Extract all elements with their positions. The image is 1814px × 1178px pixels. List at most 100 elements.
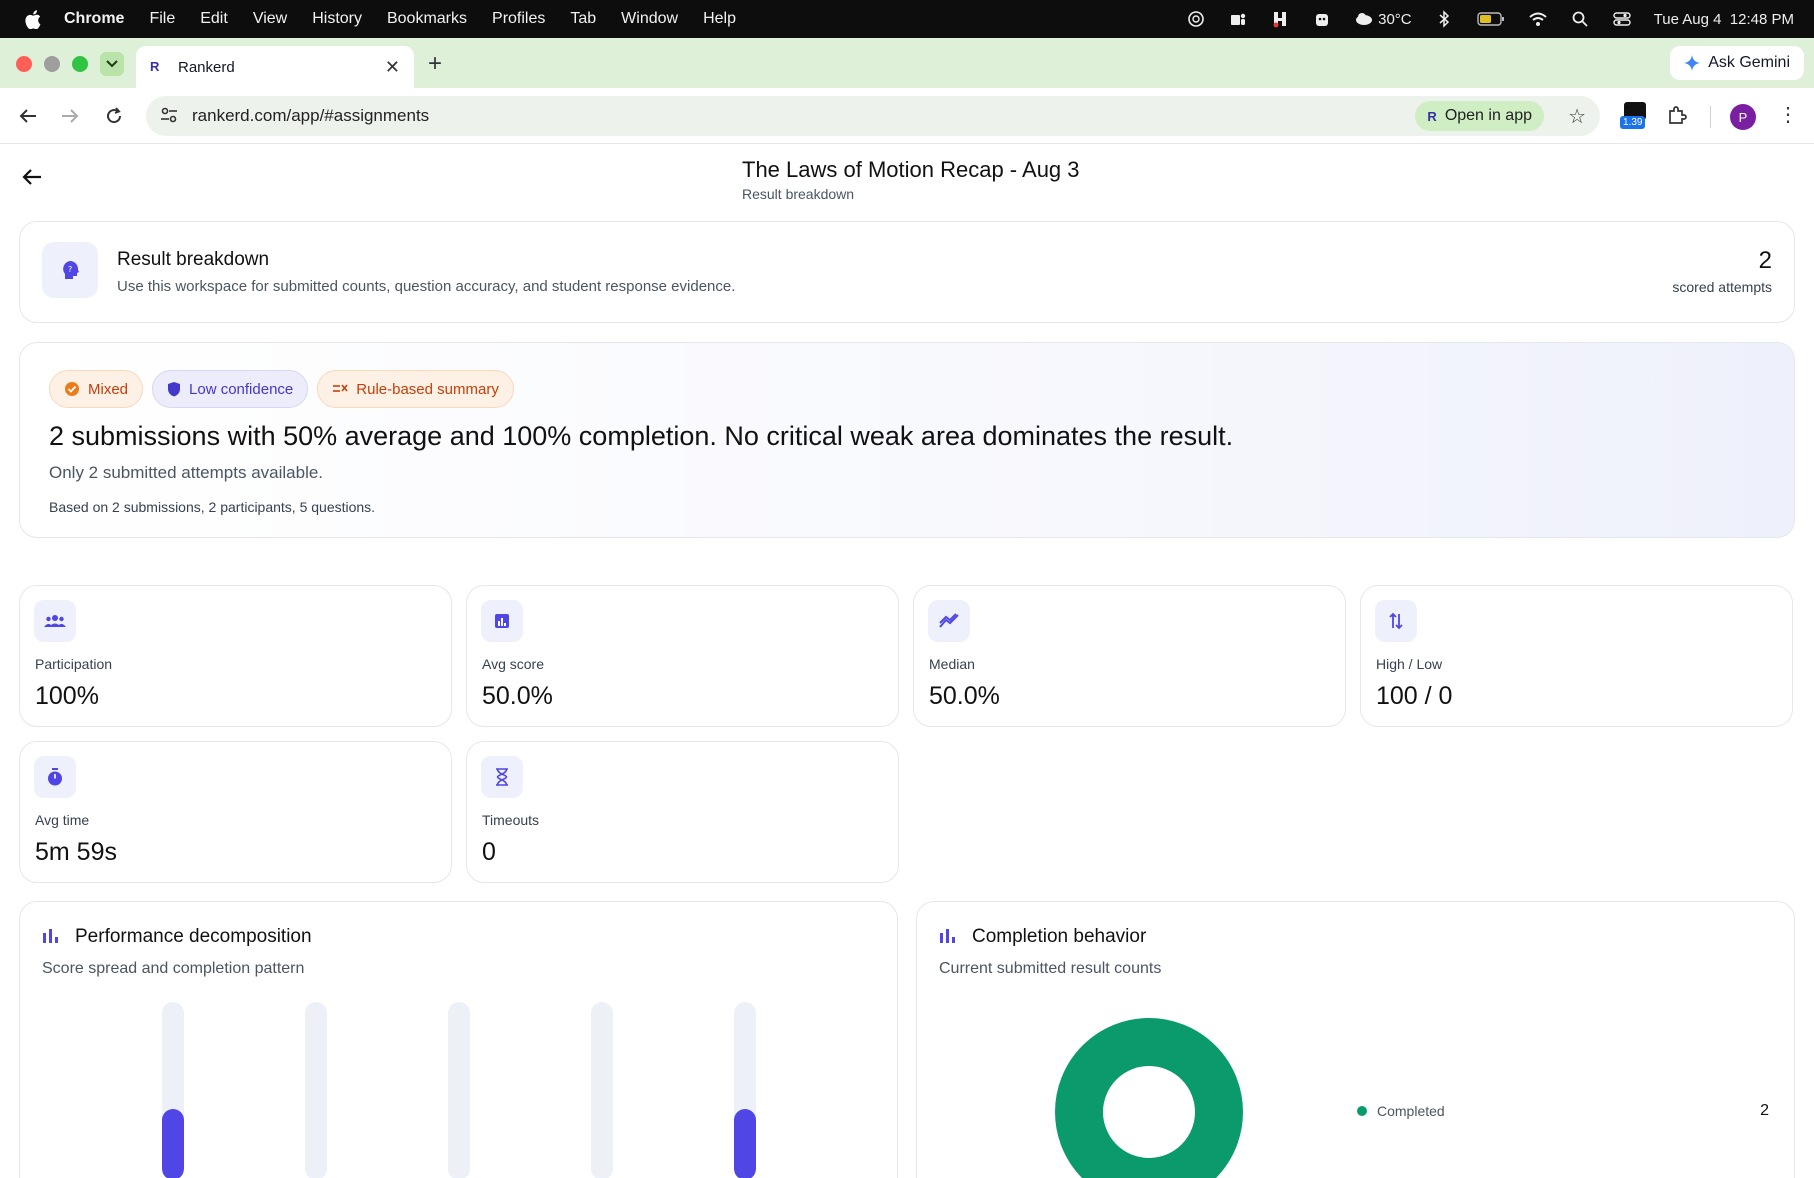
performance-bar-track — [448, 1002, 470, 1178]
scored-attempts-label: scored attempts — [1672, 279, 1772, 295]
control-center-icon[interactable] — [1612, 9, 1632, 29]
robot-icon[interactable] — [1312, 9, 1332, 29]
legend-completed-label: Completed — [1377, 1103, 1445, 1119]
wifi-icon[interactable] — [1528, 9, 1548, 29]
extension-icon[interactable]: 1.39 — [1620, 102, 1650, 132]
summary-note: Only 2 submitted attempts available. — [49, 463, 324, 482]
forward-button[interactable] — [56, 102, 84, 130]
result-breakdown-card: ? Result breakdown Use this workspace fo… — [19, 221, 1795, 323]
spotlight-search-icon[interactable] — [1570, 9, 1590, 29]
stat-value: 0 — [482, 838, 496, 866]
battery-icon[interactable] — [1476, 9, 1506, 29]
tab-title: Rankerd — [178, 58, 235, 76]
badge-rule-based: Rule-based summary — [317, 370, 514, 408]
bookmark-star-icon[interactable]: ☆ — [1568, 104, 1586, 129]
stat-label: Participation — [35, 656, 113, 672]
bluetooth-icon[interactable] — [1434, 9, 1454, 29]
stat-value: 100% — [35, 682, 99, 710]
completion-donut-chart — [1055, 1018, 1243, 1178]
performance-bar — [162, 1108, 184, 1178]
page-back-arrow-icon[interactable] — [20, 165, 48, 193]
tab-search-button[interactable] — [100, 52, 124, 76]
completion-subtitle: Current submitted result counts — [939, 960, 1162, 977]
openai-icon[interactable] — [1186, 9, 1206, 29]
app-page: The Laws of Motion Recap - Aug 3 Result … — [0, 145, 1814, 1178]
weather-temp: 30°C — [1378, 10, 1412, 28]
stat-card-participation: Participation 100% — [19, 585, 452, 727]
swap-vertical-icon — [1375, 600, 1417, 642]
weather-widget[interactable]: 30°C — [1354, 9, 1412, 29]
menu-file[interactable]: File — [149, 10, 175, 28]
summary-badges: Mixed Low confidence Rule-based summary — [49, 370, 514, 408]
teams-icon[interactable] — [1228, 9, 1248, 29]
rankerd-app-icon: R — [1427, 108, 1437, 124]
site-info-icon[interactable] — [160, 106, 178, 129]
gemini-sparkle-icon — [1684, 55, 1701, 71]
ask-gemini-label: Ask Gemini — [1708, 54, 1790, 71]
chrome-menu-icon[interactable]: ⋮ — [1778, 102, 1798, 127]
donut-slice-completed — [1055, 1018, 1243, 1178]
extensions-puzzle-icon[interactable] — [1666, 104, 1688, 131]
summary-card: Mixed Low confidence Rule-based summary … — [19, 342, 1795, 538]
shield-icon — [168, 382, 181, 397]
address-bar[interactable]: rankerd.com/app/#assignments R Open in a… — [146, 96, 1600, 136]
people-icon — [34, 600, 76, 642]
menu-window[interactable]: Window — [621, 10, 678, 28]
back-button[interactable] — [14, 102, 42, 130]
badge-low-confidence-label: Low confidence — [189, 380, 294, 398]
page-title: The Laws of Motion Recap - Aug 3 — [742, 157, 1080, 182]
stat-label: Timeouts — [482, 812, 540, 828]
menu-edit[interactable]: Edit — [200, 10, 228, 28]
hammer-app-icon[interactable] — [1270, 9, 1290, 29]
performance-subtitle: Score spread and completion pattern — [42, 960, 305, 977]
badge-rule-based-label: Rule-based summary — [356, 380, 499, 398]
result-breakdown-title: Result breakdown — [117, 249, 270, 270]
scored-attempts-count: 2 — [1758, 247, 1772, 274]
completion-panel: Completion behavior Current submitted re… — [916, 901, 1795, 1178]
performance-title: Performance decomposition — [75, 926, 312, 947]
menu-tab[interactable]: Tab — [570, 10, 596, 28]
performance-bar-track — [591, 1002, 613, 1178]
menu-help[interactable]: Help — [703, 10, 736, 28]
menu-app-name[interactable]: Chrome — [64, 10, 124, 28]
stat-card-avg-time: Avg time 5m 59s — [19, 741, 452, 883]
badge-mixed-label: Mixed — [88, 380, 129, 398]
tab-close-icon[interactable]: ✕ — [385, 57, 400, 78]
window-close-button[interactable] — [16, 56, 32, 72]
completion-legend: Completed 2 — [1357, 1102, 1769, 1120]
ask-gemini-button[interactable]: Ask Gemini — [1670, 46, 1804, 80]
svg-text:?: ? — [68, 265, 72, 274]
bar-chart-icon — [481, 600, 523, 642]
menu-view[interactable]: View — [253, 10, 287, 28]
window-minimize-button[interactable] — [44, 56, 60, 72]
performance-bar-track — [734, 1002, 756, 1178]
toolbar-divider — [1710, 106, 1711, 128]
reload-button[interactable] — [100, 102, 128, 130]
menubar-status-area: 30°C Tue Aug 4 12:48 PM — [1186, 0, 1794, 38]
apple-logo-icon[interactable] — [22, 8, 44, 30]
new-tab-button[interactable]: + — [428, 50, 442, 78]
performance-bar-track — [305, 1002, 327, 1178]
menubar-datetime[interactable]: Tue Aug 4 12:48 PM — [1654, 11, 1794, 28]
stat-label: Median — [929, 656, 975, 672]
browser-toolbar: rankerd.com/app/#assignments R Open in a… — [0, 88, 1814, 144]
bar-chart-small-icon — [42, 928, 60, 949]
verified-badge-icon — [65, 382, 79, 396]
window-zoom-button[interactable] — [72, 56, 88, 72]
legend-completed-dot — [1357, 1106, 1367, 1116]
menu-bookmarks[interactable]: Bookmarks — [387, 10, 467, 28]
bar-chart-small-icon — [939, 928, 957, 949]
completion-title: Completion behavior — [972, 926, 1147, 947]
tab-rankerd[interactable]: R Rankerd ✕ — [136, 46, 414, 88]
profile-avatar[interactable]: P — [1730, 104, 1756, 130]
menu-history[interactable]: History — [312, 10, 362, 28]
hourglass-icon — [481, 756, 523, 798]
open-in-app-label: Open in app — [1444, 107, 1532, 124]
stat-value: 5m 59s — [35, 838, 117, 866]
rankerd-favicon-icon: R — [150, 59, 160, 74]
menu-profiles[interactable]: Profiles — [492, 10, 545, 28]
open-in-app-button[interactable]: R Open in app — [1415, 101, 1544, 131]
performance-bar-track — [162, 1002, 184, 1178]
stat-card-high-low: High / Low 100 / 0 — [1360, 585, 1793, 727]
badge-mixed: Mixed — [49, 370, 144, 408]
